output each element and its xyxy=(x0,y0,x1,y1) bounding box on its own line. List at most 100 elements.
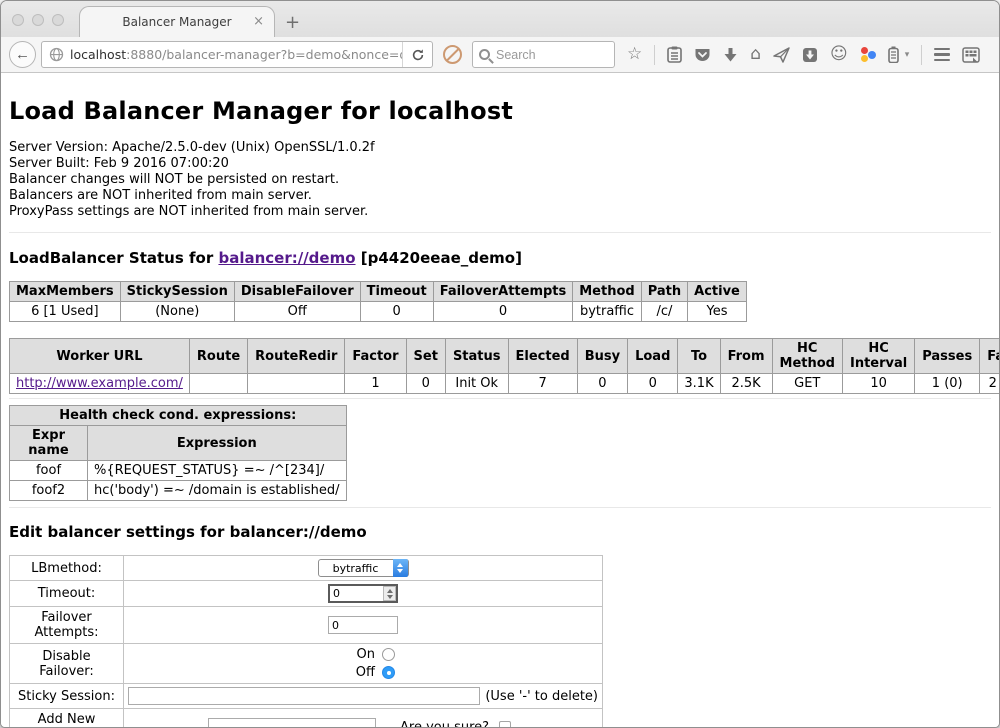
table-header-row: MaxMembers StickySession DisableFailover… xyxy=(10,282,747,302)
form-row-sticky-session: Sticky Session: (Use '-' to delete) xyxy=(10,684,603,709)
overflow-caret-icon[interactable]: ▾ xyxy=(905,50,910,60)
health-check-table: Health check cond. expressions: Expr nam… xyxy=(9,405,347,501)
back-button[interactable]: ← xyxy=(9,41,36,68)
cell-active: Yes xyxy=(688,302,747,322)
window-zoom-button[interactable] xyxy=(52,14,64,26)
column-header: Route xyxy=(189,339,247,374)
content-blocked-icon[interactable] xyxy=(443,45,462,64)
notice-line: Balancer changes will NOT be persisted o… xyxy=(9,172,991,188)
number-spinner-icon[interactable] xyxy=(383,586,396,601)
worker-url-link[interactable]: http://www.example.com/ xyxy=(16,376,183,391)
form-row-failover-attempts: Failover Attempts: xyxy=(10,607,603,644)
disable-failover-off-radio[interactable] xyxy=(382,666,395,679)
feedback-smiley-icon[interactable]: ☺ xyxy=(830,46,848,63)
download-icon[interactable] xyxy=(723,47,738,63)
pocket-icon[interactable] xyxy=(694,47,711,63)
cell-failoverattempts: 0 xyxy=(433,302,573,322)
column-header: Method xyxy=(573,282,641,302)
window-minimize-button[interactable] xyxy=(32,14,44,26)
search-input[interactable] xyxy=(496,48,596,62)
color-dots-extension-icon[interactable] xyxy=(860,47,876,63)
column-header: Busy xyxy=(577,339,627,374)
health-table-title: Health check cond. expressions: xyxy=(10,406,347,426)
traffic-lights xyxy=(12,14,64,26)
worker-status-table: Worker URL Route RouteRedir Factor Set S… xyxy=(9,338,1000,394)
cell-factor: 1 xyxy=(345,374,406,394)
notice-line: Balancers are NOT inherited from main se… xyxy=(9,188,991,204)
table-row: foof2 hc('body') =~ /domain is establish… xyxy=(10,481,347,501)
column-header: Fails xyxy=(980,339,1000,374)
tab-balancer-manager[interactable]: Balancer Manager × xyxy=(79,6,275,37)
cell-expr-name: foof xyxy=(10,461,88,481)
cell-passes: 1 (0) xyxy=(915,374,980,394)
cell-maxmembers: 6 [1 Used] xyxy=(10,302,121,322)
column-header: RouteRedir xyxy=(248,339,345,374)
navigation-toolbar: ← localhost:8880/balancer-manager?b=demo… xyxy=(1,37,999,73)
new-tab-button[interactable]: + xyxy=(285,12,300,33)
reading-list-icon[interactable] xyxy=(667,46,682,63)
column-header: Worker URL xyxy=(10,339,190,374)
home-icon[interactable]: ⌂ xyxy=(750,46,761,63)
cell-elected: 7 xyxy=(508,374,577,394)
cell-expression: hc('body') =~ /domain is established/ xyxy=(88,481,347,501)
balancer-demo-link[interactable]: balancer://demo xyxy=(218,249,355,267)
column-header: Passes xyxy=(915,339,980,374)
column-header: Set xyxy=(406,339,445,374)
select-stepper-icon xyxy=(393,559,408,577)
url-bar[interactable]: localhost:8880/balancer-manager?b=demo&n… xyxy=(41,41,433,68)
column-header: Factor xyxy=(345,339,406,374)
tab-bar: Balancer Manager × + xyxy=(1,1,999,37)
cell-method: bytraffic xyxy=(573,302,641,322)
search-bar[interactable] xyxy=(472,41,615,68)
window-close-button[interactable] xyxy=(12,14,24,26)
sticky-session-hint: (Use '-' to delete) xyxy=(485,689,598,704)
server-info: Server Version: Apache/2.5.0-dev (Unix) … xyxy=(9,140,991,220)
are-you-sure-label: Are you sure? xyxy=(400,720,489,728)
table-header-row: Expr name Expression xyxy=(10,426,347,461)
bookmark-star-icon[interactable]: ☆ xyxy=(627,46,642,63)
are-you-sure-checkbox[interactable] xyxy=(499,721,511,728)
column-header: To xyxy=(678,339,720,374)
toolbar-separator xyxy=(654,45,655,65)
table-row: foof %{REQUEST_STATUS} =~ /^[234]/ xyxy=(10,461,347,481)
reload-button[interactable] xyxy=(402,41,432,68)
column-header: HC Interval xyxy=(842,339,914,374)
server-built-line: Server Built: Feb 9 2016 07:00:20 xyxy=(9,156,991,172)
add-worker-label: Add New Worker: xyxy=(10,709,124,728)
lbmethod-select[interactable]: bytraffic xyxy=(318,559,409,577)
cell-load: 0 xyxy=(628,374,678,394)
radio-off-label: Off xyxy=(356,665,375,680)
lbmethod-label: LBmethod: xyxy=(10,556,124,581)
send-plane-icon[interactable] xyxy=(773,47,790,63)
column-header: Active xyxy=(688,282,747,302)
cell-set: 0 xyxy=(406,374,445,394)
form-row-add-worker: Add New Worker: Are you sure? xyxy=(10,709,603,728)
disable-failover-on-radio[interactable] xyxy=(382,648,395,661)
divider xyxy=(9,232,991,233)
failover-attempts-label: Failover Attempts: xyxy=(10,607,124,644)
radio-on-label: On xyxy=(357,647,375,662)
table-header-row: Worker URL Route RouteRedir Factor Set S… xyxy=(10,339,1000,374)
cell-hc-method: GET xyxy=(772,374,842,394)
column-header: Elected xyxy=(508,339,577,374)
column-header: Expression xyxy=(88,426,347,461)
column-header: FailoverAttempts xyxy=(433,282,573,302)
sticky-session-label: Sticky Session: xyxy=(10,684,124,709)
status-heading-prefix: LoadBalancer Status for xyxy=(9,249,218,267)
save-to-device-icon[interactable] xyxy=(802,47,818,63)
tab-close-icon[interactable]: × xyxy=(253,14,264,29)
failover-attempts-input[interactable] xyxy=(328,616,398,634)
sticky-session-input[interactable] xyxy=(128,687,480,705)
battery-extension-icon[interactable] xyxy=(888,46,899,63)
column-header: Timeout xyxy=(360,282,433,302)
loadbalancer-status-heading: LoadBalancer Status for balancer://demo … xyxy=(9,249,991,267)
keyboard-grid-icon[interactable] xyxy=(962,47,980,63)
menu-hamburger-icon[interactable] xyxy=(934,48,950,62)
url-host: localhost xyxy=(70,47,126,62)
column-header: Status xyxy=(445,339,508,374)
add-worker-input[interactable] xyxy=(208,718,376,728)
status-heading-suffix: [p4420eeae_demo] xyxy=(356,249,522,267)
table-title-row: Health check cond. expressions: xyxy=(10,406,347,426)
cell-to: 3.1K xyxy=(678,374,720,394)
cell-stickysession: (None) xyxy=(120,302,234,322)
